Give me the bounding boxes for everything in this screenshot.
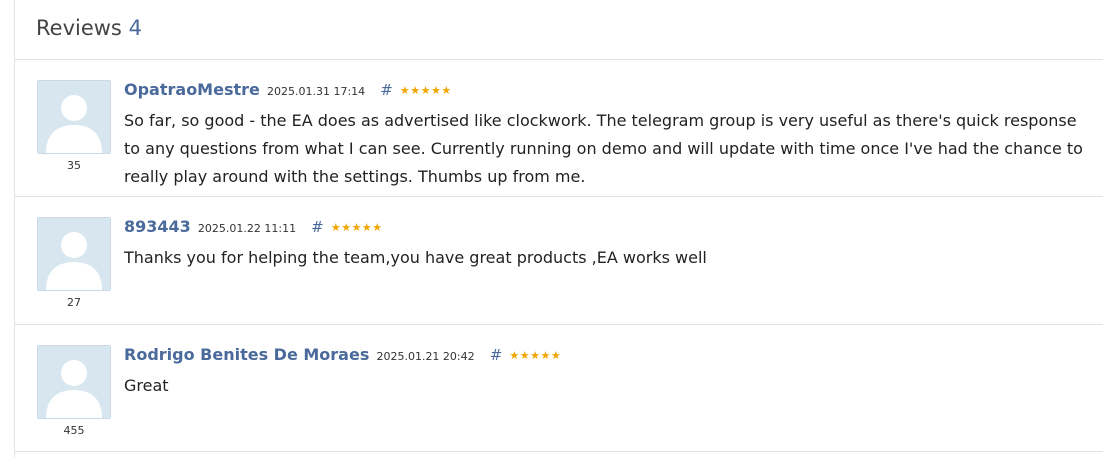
review-permalink[interactable]: # — [490, 346, 503, 364]
reviews-title: Reviews — [36, 16, 122, 40]
divider — [15, 59, 1103, 60]
author-rating: 455 — [63, 424, 85, 437]
user-silhouette-icon — [38, 81, 110, 153]
review-text: Great — [124, 376, 169, 395]
review-date: 2025.01.22 11:11 — [197, 222, 297, 235]
star-rating-icon: ★★★★★ — [399, 84, 452, 97]
review-permalink[interactable]: # — [311, 218, 324, 236]
reviews-count: 4 — [128, 16, 142, 40]
author-rating: 27 — [67, 296, 81, 309]
review-meta: OpatraoMestre 2025.01.31 17:14 # ★★★★★ — [124, 80, 452, 102]
author-link[interactable]: 893443 — [124, 217, 191, 236]
avatar[interactable] — [37, 217, 111, 291]
avatar[interactable] — [37, 345, 111, 419]
review-date: 2025.01.21 20:42 — [376, 350, 475, 363]
review-meta: Rodrigo Benites De Moraes 2025.01.21 20:… — [124, 345, 561, 367]
divider — [15, 324, 1103, 325]
divider — [15, 451, 1103, 452]
review-date: 2025.01.31 17:14 — [266, 85, 366, 98]
divider — [15, 196, 1103, 197]
review-text: So far, so good - the EA does as adverti… — [124, 111, 1083, 186]
author-link[interactable]: OpatraoMestre — [124, 80, 260, 99]
user-silhouette-icon — [38, 218, 110, 290]
author-link[interactable]: Rodrigo Benites De Moraes — [124, 345, 369, 364]
author-rating: 35 — [67, 159, 81, 172]
avatar[interactable] — [37, 80, 111, 154]
review-permalink[interactable]: # — [380, 81, 393, 99]
reviews-header: Reviews 4 — [36, 14, 142, 42]
star-rating-icon: ★★★★★ — [509, 349, 562, 362]
reviews-panel: Reviews 4 35 OpatraoMestre 2025.01.31 17… — [14, 0, 1103, 457]
review-meta: 893443 2025.01.22 11:11 # ★★★★★ — [124, 217, 383, 239]
user-silhouette-icon — [38, 346, 110, 418]
review-text: Thanks you for helping the team,you have… — [124, 248, 707, 267]
star-rating-icon: ★★★★★ — [330, 221, 383, 234]
